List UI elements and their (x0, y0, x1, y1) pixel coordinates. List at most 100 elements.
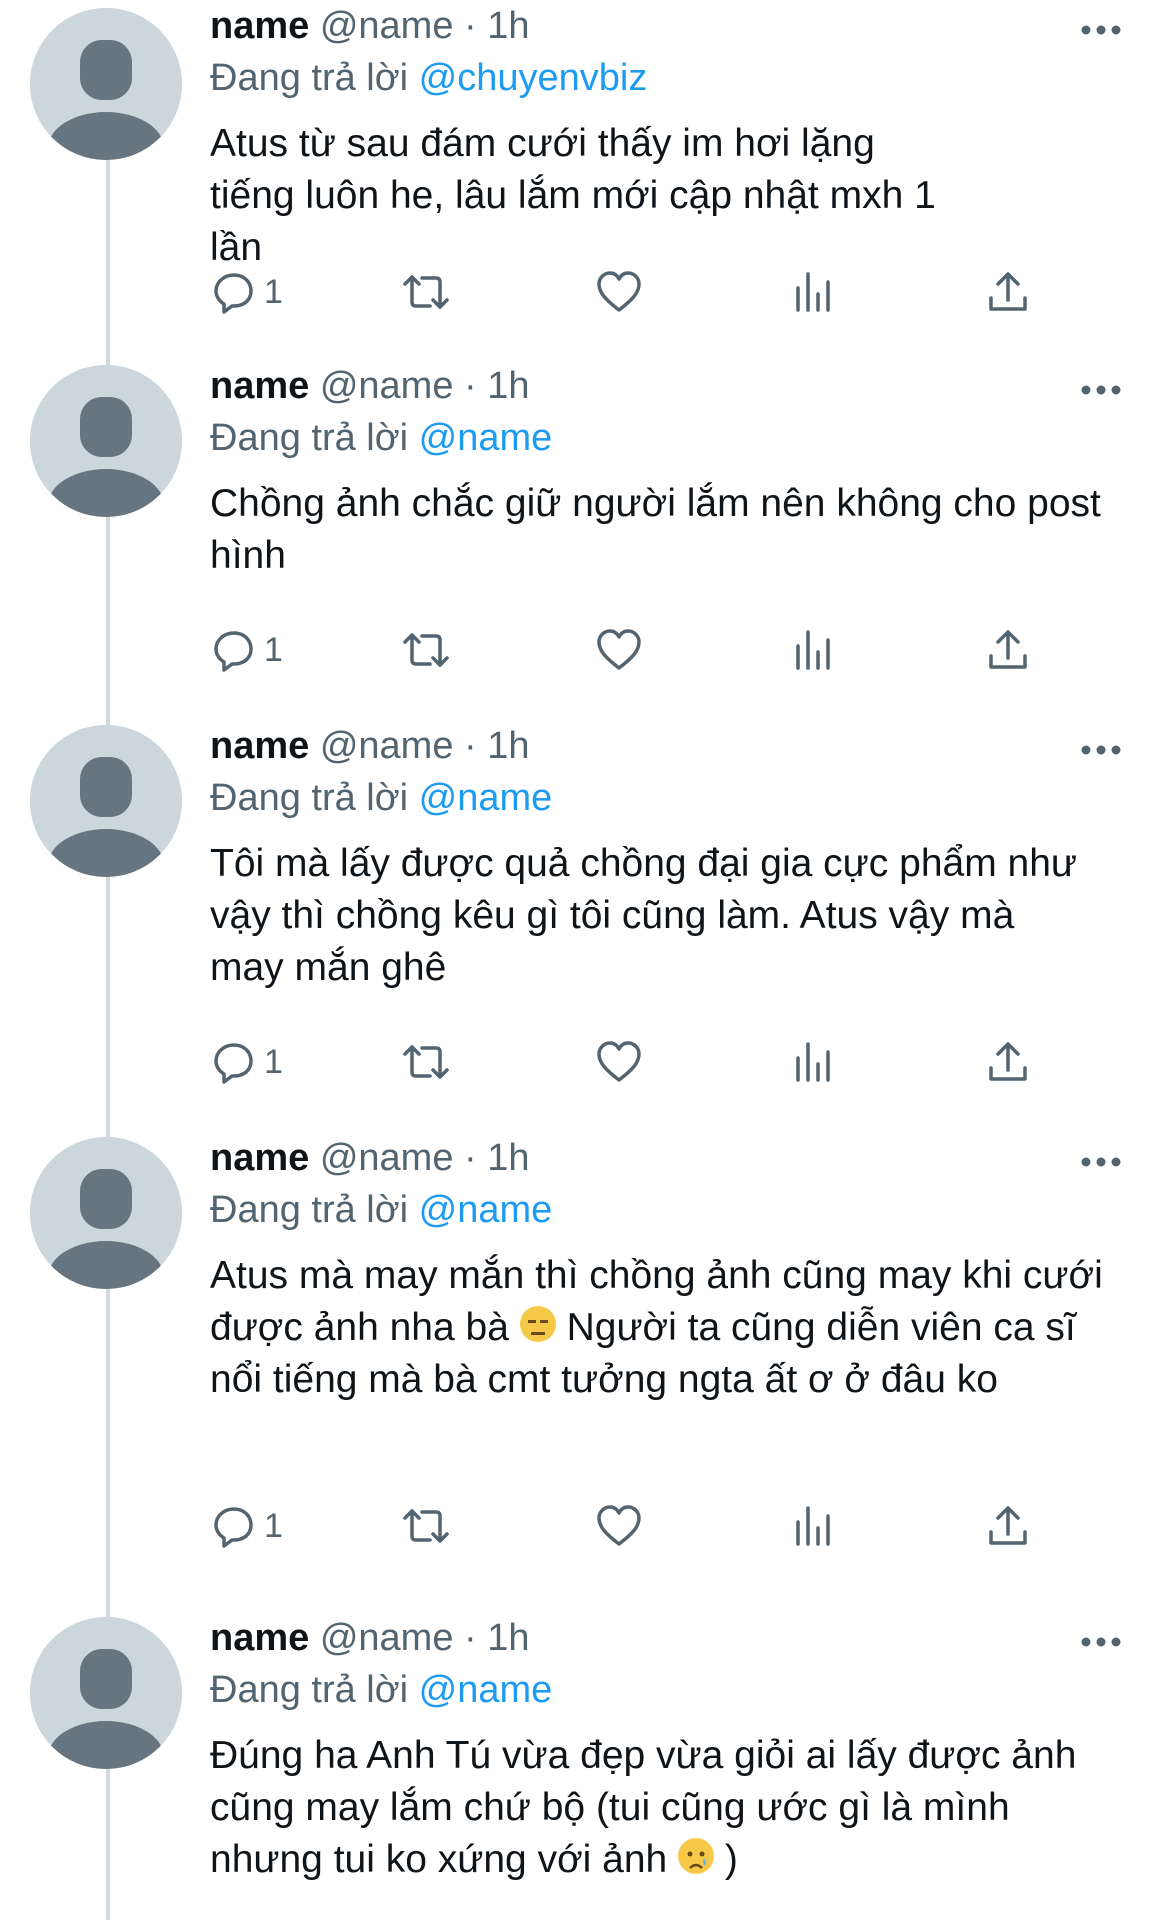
reply-count: 1 (264, 1506, 283, 1545)
like-button[interactable] (596, 262, 642, 322)
default-avatar-icon[interactable] (30, 725, 182, 877)
timestamp[interactable]: · 1h (464, 365, 529, 407)
more-icon[interactable] (1080, 744, 1122, 756)
tweet-header: name @name · 1h (210, 720, 1120, 772)
display-name[interactable]: name (210, 1137, 309, 1179)
tweet-text: Atus từ sau đám cưới thấy im hơi lặng ti… (210, 118, 970, 274)
share-button[interactable] (986, 1496, 1030, 1556)
retweet-icon (403, 633, 449, 667)
reply-icon (214, 1507, 253, 1548)
views-button[interactable] (794, 620, 834, 680)
expressionless-face-emoji (519, 1306, 556, 1342)
replying-to: Đang trả lời @name (210, 772, 1120, 824)
reply-mention-link[interactable]: @name (419, 1189, 553, 1231)
more-icon[interactable] (1080, 24, 1122, 36)
replying-to-label: Đang trả lời (210, 777, 409, 819)
like-button[interactable] (596, 1032, 642, 1092)
more-icon[interactable] (1080, 1156, 1122, 1168)
tweet-actions: 1 (210, 620, 1120, 680)
tweet-header: name @name · 1h (210, 360, 1120, 412)
display-name[interactable]: name (210, 365, 309, 407)
tweet-header: name @name · 1h (210, 1612, 1120, 1664)
default-avatar-icon[interactable] (30, 1137, 182, 1289)
share-button[interactable] (986, 1032, 1030, 1092)
replying-to: Đang trả lời @chuyenvbiz (210, 52, 1120, 104)
share-icon (989, 630, 1027, 669)
username[interactable]: @name (320, 1617, 454, 1659)
views-icon (796, 1042, 830, 1082)
share-icon (989, 1042, 1027, 1081)
reply-icon (214, 631, 253, 672)
tweet-header: name @name · 1h (210, 0, 1120, 52)
replying-to-label: Đang trả lời (210, 1189, 409, 1231)
like-button[interactable] (596, 1496, 642, 1556)
views-icon (796, 1506, 830, 1546)
reply-count: 1 (264, 272, 283, 311)
reply-icon (214, 1043, 253, 1084)
default-avatar-icon[interactable] (30, 8, 182, 160)
views-button[interactable] (794, 1496, 834, 1556)
tweet-text-part: Đúng ha Anh Tú vừa đẹp vừa giỏi ai lấy đ… (210, 1734, 1077, 1881)
reply-icon (214, 273, 253, 314)
timestamp[interactable]: · 1h (464, 1137, 529, 1179)
replying-to-label: Đang trả lời (210, 1669, 409, 1711)
replying-to: Đang trả lời @name (210, 1664, 1120, 1716)
reply-mention-link[interactable]: @name (419, 417, 553, 459)
timestamp[interactable]: · 1h (464, 5, 529, 47)
share-button[interactable] (986, 620, 1030, 680)
tweet-text-part: Tôi mà lấy được quả chồng đại gia cực ph… (210, 842, 1078, 989)
replying-to: Đang trả lời @name (210, 1184, 1120, 1236)
username[interactable]: @name (320, 1137, 454, 1179)
reply-button[interactable]: 1 (212, 1496, 283, 1556)
timestamp[interactable]: · 1h (464, 725, 529, 767)
tweet-text: Chồng ảnh chắc giữ người lắm nên không c… (210, 478, 1120, 582)
heart-icon (597, 271, 641, 312)
more-icon[interactable] (1080, 384, 1122, 396)
crying-face-emoji (678, 1838, 715, 1874)
replying-to-label: Đang trả lời (210, 417, 409, 459)
reply-count: 1 (264, 630, 283, 669)
retweet-button[interactable] (400, 1496, 452, 1556)
retweet-icon (403, 1045, 449, 1079)
replying-to: Đang trả lời @name (210, 412, 1120, 464)
tweet-header: name @name · 1h (210, 1132, 1120, 1184)
views-icon (796, 630, 830, 670)
username[interactable]: @name (320, 5, 454, 47)
share-button[interactable] (986, 262, 1030, 322)
reply-button[interactable]: 1 (212, 262, 283, 322)
tweet-text: Đúng ha Anh Tú vừa đẹp vừa giỏi ai lấy đ… (210, 1730, 1110, 1886)
reply-mention-link[interactable]: @name (419, 1669, 553, 1711)
tweet-text: Atus mà may mắn thì chồng ảnh cũng may k… (210, 1250, 1130, 1406)
replying-to-label: Đang trả lời (210, 57, 409, 99)
share-icon (989, 272, 1027, 311)
reply-mention-link[interactable]: @chuyenvbiz (419, 57, 648, 99)
like-button[interactable] (596, 620, 642, 680)
default-avatar-icon[interactable] (30, 1617, 182, 1769)
views-icon (796, 272, 830, 312)
heart-icon (597, 1505, 641, 1546)
views-button[interactable] (794, 1032, 834, 1092)
username[interactable]: @name (320, 365, 454, 407)
tweet-actions: 1 (210, 1496, 1120, 1556)
display-name[interactable]: name (210, 1617, 309, 1659)
username[interactable]: @name (320, 725, 454, 767)
display-name[interactable]: name (210, 725, 309, 767)
display-name[interactable]: name (210, 5, 309, 47)
retweet-button[interactable] (400, 262, 452, 322)
share-icon (989, 1506, 1027, 1545)
default-avatar-icon[interactable] (30, 365, 182, 517)
tweet-actions: 1 (210, 262, 1120, 322)
reply-button[interactable]: 1 (212, 620, 283, 680)
reply-count: 1 (264, 1042, 283, 1081)
reply-mention-link[interactable]: @name (419, 777, 553, 819)
retweet-button[interactable] (400, 620, 452, 680)
retweet-button[interactable] (400, 1032, 452, 1092)
tweet-actions: 1 (210, 1032, 1120, 1092)
timestamp[interactable]: · 1h (464, 1617, 529, 1659)
tweet-text-part: ) (724, 1838, 738, 1881)
views-button[interactable] (794, 262, 834, 322)
reply-button[interactable]: 1 (212, 1032, 283, 1092)
heart-icon (597, 629, 641, 670)
more-icon[interactable] (1080, 1636, 1122, 1648)
heart-icon (597, 1041, 641, 1082)
